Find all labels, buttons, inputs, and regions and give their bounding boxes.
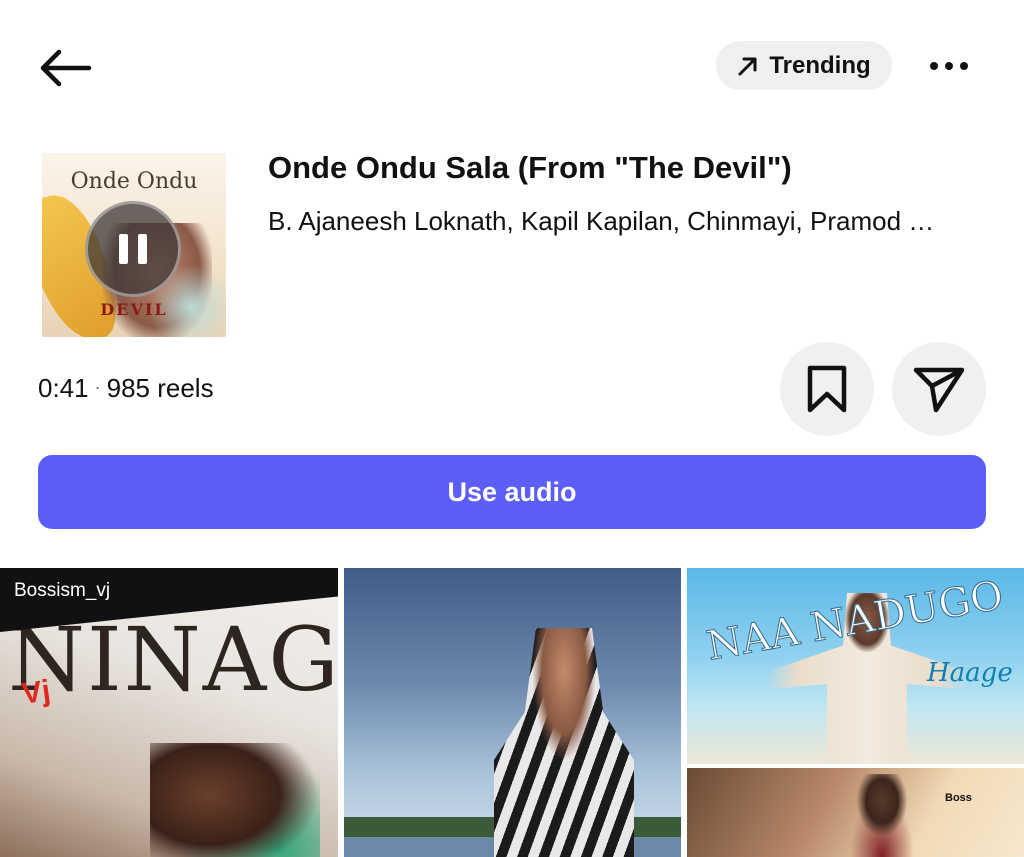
back-button[interactable] — [30, 38, 100, 98]
reel-tag: Boss — [945, 792, 972, 804]
pause-button[interactable] — [85, 201, 181, 297]
trending-label: Trending — [769, 51, 871, 79]
song-title: Onde Ondu Sala (From "The Devil") — [268, 150, 792, 185]
reel-thumbnail[interactable]: NAA NADUGO Haage — [687, 568, 1024, 764]
save-button[interactable] — [780, 342, 874, 436]
song-artists[interactable]: B. Ajaneesh Loknath, Kapil Kapilan, Chin… — [268, 206, 984, 237]
trending-badge[interactable]: Trending — [716, 41, 892, 90]
use-audio-button[interactable]: Use audio — [38, 455, 986, 529]
reel-username: Bossism_vj — [14, 580, 111, 601]
bookmark-icon — [807, 365, 847, 413]
reel-thumbnail[interactable]: Boss — [687, 768, 1024, 857]
album-cover: Onde Ondu DEVIL — [42, 153, 226, 337]
reel-subtitle: Haage — [927, 658, 1013, 688]
pause-icon — [119, 234, 128, 264]
cover-logo-text: DEVIL — [100, 300, 168, 319]
track-meta: 0:41 · 985 reels — [38, 373, 214, 404]
trending-arrow-icon — [738, 57, 757, 75]
share-button[interactable] — [892, 342, 986, 436]
track-duration: 0:41 — [38, 373, 89, 403]
reels-count: 985 reels — [106, 373, 214, 403]
arrow-left-icon — [40, 49, 92, 87]
reel-thumbnail[interactable]: NINAG Vj Bossism_vj — [0, 568, 338, 857]
reel-thumbnail[interactable] — [344, 568, 681, 857]
cover-title-text: Onde Ondu — [70, 169, 198, 194]
send-icon — [913, 367, 965, 413]
reel-tag: Vj — [19, 674, 53, 711]
more-dots-icon — [930, 62, 938, 70]
more-options-button[interactable] — [920, 44, 978, 88]
separator-dot: · — [94, 377, 101, 397]
